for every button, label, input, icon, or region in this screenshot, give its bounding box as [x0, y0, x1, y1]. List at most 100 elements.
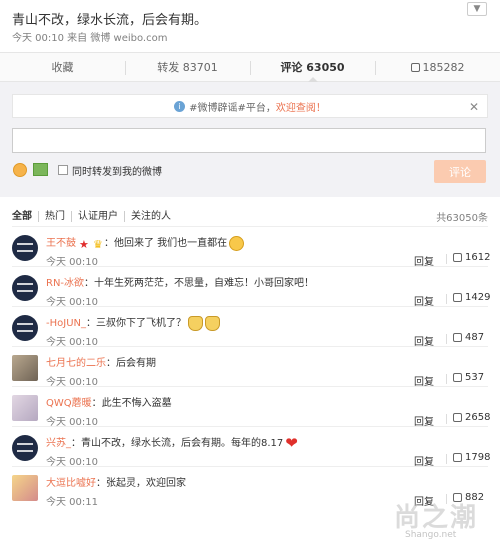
comment-like-count: 537 — [465, 372, 485, 383]
comment-text: ：青山不改，绿水长流，后会有期。每年的8.17 — [71, 438, 284, 449]
filter-all[interactable]: 全部 — [12, 211, 38, 222]
info-icon: i — [174, 100, 186, 112]
comment-tab[interactable]: 评论 63050 — [250, 53, 375, 82]
comment-composer: i #微博辟谣#平台， 欢迎查阅！ ✕ 同时转发到我的微博 评论 — [0, 82, 500, 197]
thumb-up-icon — [410, 62, 420, 72]
comment-username[interactable]: QWQ蘑暖 — [46, 398, 92, 409]
weibo-card: 青山不改，绿水长流，后会有期。 今天 00:10 来自 微博 weibo.com… — [0, 0, 500, 543]
repost-checkbox-label[interactable]: 同时转发到我的微博 — [72, 163, 162, 178]
comment-line: 大逗比嘘好：张起灵，欢迎回家 — [46, 474, 186, 489]
avatar[interactable] — [12, 355, 38, 381]
repost-label: 转发 83701 — [157, 61, 218, 74]
comment-filters: 全部 热门 认证用户 关注的人 共63050条 — [12, 209, 488, 224]
comment-text: ：三叔你下了飞机了？ — [86, 318, 186, 329]
notice-link[interactable]: 欢迎查阅！ — [276, 99, 326, 114]
comment-item: 七月七的二乐：后会有期 今天 00:10 回复 537 — [12, 346, 488, 388]
favorite-button[interactable]: 收藏 — [0, 53, 125, 81]
emoji-icon[interactable] — [13, 163, 27, 177]
comment-text: ：此生不悔入盗墓 — [91, 398, 172, 409]
filter-hot[interactable]: 热门 — [38, 211, 71, 222]
comment-line: QWQ蘑暖：此生不悔入盗墓 — [46, 394, 172, 409]
comment-text: ：他回来了 我们也一直都在 — [104, 238, 228, 249]
comment-list: 王不鼓 ★ ♛：他回来了 我们也一直都在 今天 00:10 回复 1612 RN-冰… — [0, 226, 500, 508]
favorite-label: 收藏 — [51, 61, 74, 74]
chevron-down-icon[interactable]: ▼ — [467, 2, 487, 16]
comment-text: ：张起灵，欢迎回家 — [96, 478, 186, 489]
avatar[interactable] — [12, 235, 38, 261]
comment-like-button[interactable]: 1798 — [453, 452, 490, 463]
post-text: 青山不改，绿水长流，后会有期。 — [12, 13, 208, 28]
comment-like-button[interactable]: 537 — [453, 372, 484, 383]
star-badge-icon: ★ — [79, 237, 89, 251]
avatar[interactable] — [12, 475, 38, 501]
comment-item: -HoJUN_：三叔你下了飞机了？ 今天 00:10 回复 487 — [12, 306, 488, 348]
vip-badge-icon: ♛ — [93, 237, 103, 251]
comment-username[interactable]: -HoJUN_ — [46, 318, 86, 329]
smile-emoji-icon — [229, 235, 245, 251]
divider — [446, 414, 447, 424]
comment-line: 七月七的二乐：后会有期 — [46, 354, 156, 369]
image-icon[interactable] — [33, 163, 48, 176]
avatar[interactable] — [12, 395, 38, 421]
post-meta[interactable]: 今天 00:10 来自 微博 weibo.com — [12, 29, 167, 44]
close-icon[interactable]: ✕ — [469, 100, 479, 114]
comment-like-count: 487 — [465, 332, 485, 343]
comment-input[interactable] — [12, 128, 486, 153]
comment-username[interactable]: RN-冰欲 — [46, 278, 84, 289]
like-button[interactable]: 185282 — [375, 53, 500, 81]
comment-text: ：后会有期 — [106, 358, 156, 369]
comment-line: RN-冰欲：十年生死两茫茫，不思量，自难忘！小哥回家吧！ — [46, 274, 314, 289]
thumb-up-icon — [453, 293, 462, 302]
comment-line: 王不鼓 ★ ♛：他回来了 我们也一直都在 — [46, 234, 245, 251]
cat-emoji-icon — [205, 315, 220, 331]
divider — [446, 374, 447, 384]
heart-emoji-icon: ❤ — [285, 434, 298, 452]
avatar[interactable] — [12, 275, 38, 301]
watermark-url: Shango.net — [405, 530, 457, 540]
comment-like-count: 1429 — [465, 292, 491, 303]
comment-like-button[interactable]: 1612 — [453, 252, 490, 263]
thumb-up-icon — [453, 253, 462, 262]
comment-like-count: 1612 — [465, 252, 491, 263]
thumb-up-icon — [453, 413, 462, 422]
comment-line: -HoJUN_：三叔你下了飞机了？ — [46, 314, 220, 331]
comment-time: 今天 00:11 — [46, 497, 98, 508]
divider — [446, 454, 447, 464]
action-bar: 收藏 转发 83701 评论 63050 185282 — [0, 52, 500, 82]
comment-username[interactable]: 王不鼓 — [46, 238, 76, 249]
comment-line: 兴苏_：青山不改，绿水长流，后会有期。每年的8.17 ❤ — [46, 434, 298, 452]
divider — [446, 334, 447, 344]
avatar[interactable] — [12, 315, 38, 341]
comment-username[interactable]: 兴苏_ — [46, 438, 71, 449]
filter-verified[interactable]: 认证用户 — [71, 211, 124, 222]
avatar[interactable] — [12, 435, 38, 461]
notice-banner: i #微博辟谣#平台， 欢迎查阅！ ✕ — [12, 94, 488, 118]
comment-like-button[interactable]: 487 — [453, 332, 484, 343]
filter-following[interactable]: 关注的人 — [124, 211, 177, 222]
repost-button[interactable]: 转发 83701 — [125, 53, 250, 81]
comment-item: 兴苏_：青山不改，绿水长流，后会有期。每年的8.17 ❤ 今天 00:10 回复 … — [12, 426, 490, 468]
comment-username[interactable]: 七月七的二乐 — [46, 358, 106, 369]
cat-emoji-icon — [188, 315, 203, 331]
comment-item: 王不鼓 ★ ♛：他回来了 我们也一直都在 今天 00:10 回复 1612 — [12, 226, 490, 268]
thumb-up-icon — [453, 373, 462, 382]
like-count: 185282 — [422, 60, 465, 74]
divider — [446, 294, 447, 304]
watermark: 尚之潮 — [394, 503, 479, 533]
comment-item: QWQ蘑暖：此生不悔入盗墓 今天 00:10 回复 2658 — [12, 386, 490, 428]
submit-comment-button[interactable]: 评论 — [434, 160, 486, 183]
repost-checkbox[interactable] — [58, 165, 68, 175]
divider — [446, 254, 447, 264]
comment-text: ：十年生死两茫茫，不思量，自难忘！小哥回家吧！ — [84, 278, 315, 289]
comment-like-button[interactable]: 2658 — [453, 412, 490, 423]
comment-like-button[interactable]: 1429 — [453, 292, 490, 303]
thumb-up-icon — [453, 333, 462, 342]
comment-total: 共63050条 — [436, 213, 488, 224]
comment-username[interactable]: 大逗比嘘好 — [46, 478, 96, 489]
comment-label: 评论 63050 — [280, 61, 345, 74]
comment-like-count: 2658 — [465, 412, 491, 423]
notice-text[interactable]: #微博辟谣#平台， — [189, 99, 276, 114]
comment-item: RN-冰欲：十年生死两茫茫，不思量，自难忘！小哥回家吧！ 今天 00:10 回复… — [12, 266, 490, 308]
thumb-up-icon — [453, 453, 462, 462]
comment-like-count: 1798 — [465, 452, 491, 463]
